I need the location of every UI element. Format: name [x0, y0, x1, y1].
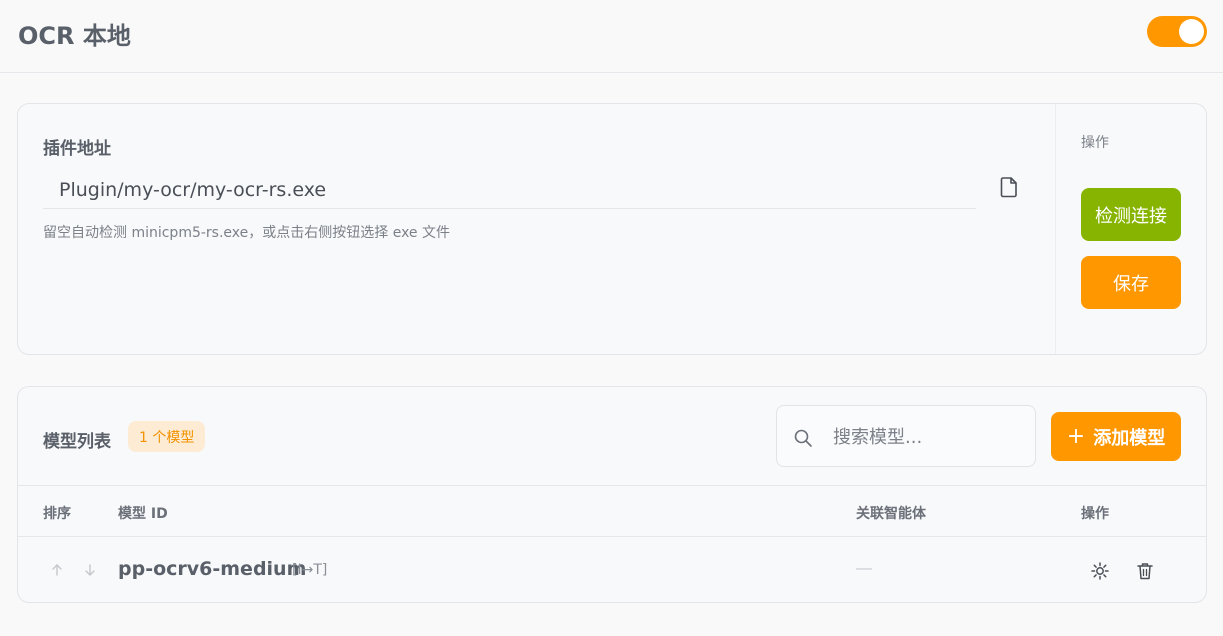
models-title: 模型列表 — [43, 432, 111, 452]
model-search-box[interactable] — [776, 405, 1036, 467]
plugin-ops-label: 操作 — [1081, 135, 1109, 151]
enable-toggle[interactable] — [1147, 16, 1207, 47]
search-icon — [794, 429, 812, 447]
file-icon[interactable] — [999, 176, 1019, 198]
header: OCR 本地 — [0, 0, 1223, 73]
page-title: OCR 本地 — [18, 22, 131, 50]
model-id: pp-ocrv6-medium — [118, 558, 307, 580]
plugin-path-hint: 留空自动检测 minicpm5-rs.exe，或点击右侧按钮选择 exe 文件 — [43, 225, 450, 241]
plugin-path-input[interactable] — [43, 172, 976, 209]
model-count-badge: 1 个模型 — [128, 421, 206, 452]
plus-icon: + — [1066, 424, 1086, 449]
arrow-down-icon[interactable] — [83, 562, 97, 578]
model-io-tag: [I→T] — [292, 562, 328, 578]
plugin-divider — [1055, 104, 1056, 354]
toggle-knob — [1179, 19, 1204, 44]
column-model-id: 模型 ID — [118, 506, 168, 522]
save-button[interactable]: 保存 — [1081, 256, 1181, 309]
check-connection-button[interactable]: 检测连接 — [1081, 188, 1181, 241]
settings-icon[interactable] — [1090, 561, 1110, 581]
add-model-label: 添加模型 — [1093, 427, 1166, 449]
model-agents: — — [856, 560, 872, 577]
models-table-header: 排序 模型 ID 关联智能体 操作 — [18, 485, 1206, 537]
arrow-up-icon[interactable] — [50, 562, 64, 578]
table-row: pp-ocrv6-medium [I→T] — — [18, 538, 1206, 602]
add-model-button[interactable]: + 添加模型 — [1051, 412, 1181, 461]
model-search-input[interactable] — [833, 424, 1023, 450]
plugin-path-label: 插件地址 — [43, 139, 111, 159]
plugin-card: 插件地址 留空自动检测 minicpm5-rs.exe，或点击右侧按钮选择 ex… — [17, 103, 1207, 355]
column-actions: 操作 — [1081, 506, 1109, 522]
models-card: 模型列表 1 个模型 + 添加模型 排序 模型 ID 关联智能体 操作 pp-o… — [17, 386, 1207, 603]
column-agents: 关联智能体 — [856, 506, 926, 522]
trash-icon[interactable] — [1135, 561, 1155, 581]
column-order: 排序 — [43, 506, 71, 522]
